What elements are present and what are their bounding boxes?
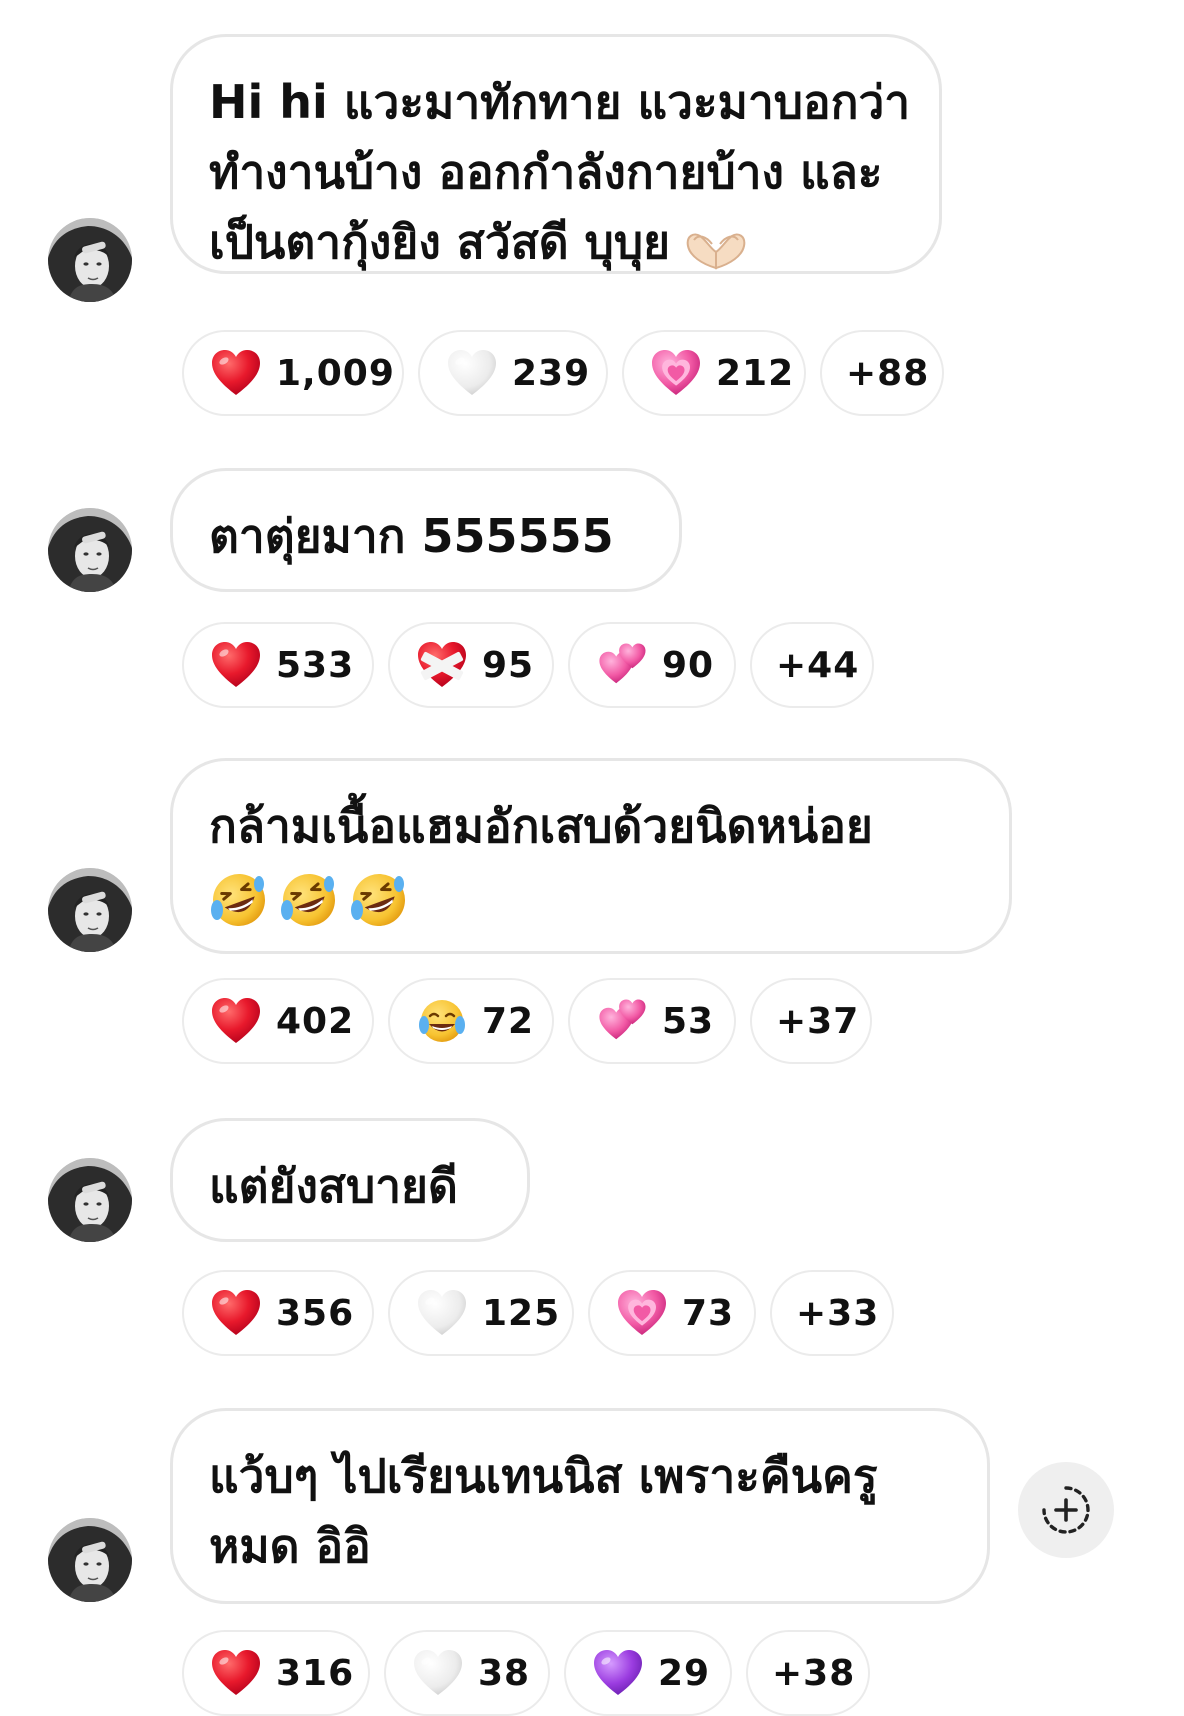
add-reaction-icon [1042,1486,1090,1534]
reaction-pill-white-heart[interactable]: 38 [384,1630,550,1716]
red-heart-icon [210,1289,262,1337]
message-bubble[interactable]: กล้ามเนื้อแฮมอักเสบด้วยนิดหน่อย [170,758,1012,954]
two-hearts-icon [596,997,648,1045]
reaction-bar: 1,009 239 212 +88 [182,330,944,416]
more-reactions-pill[interactable]: +38 [746,1630,870,1716]
growing-heart-icon [616,1289,668,1337]
reaction-bar: 356 125 73 +33 [182,1270,894,1356]
more-reactions-pill[interactable]: +88 [820,330,944,416]
message-text-line: เป็นตากุ้งยิง สวัสดี บุบุย [209,207,903,277]
heart-hands-emoji [684,223,748,269]
avatar[interactable] [48,508,132,592]
reaction-pill-growing-heart[interactable]: 212 [622,330,806,416]
more-reactions-count: +33 [796,1292,880,1334]
reaction-count: 316 [276,1652,355,1694]
red-heart-icon [210,641,262,689]
reaction-count: 73 [682,1292,735,1334]
reaction-pill-white-heart[interactable]: 239 [418,330,608,416]
message-text-line: ทำงานบ้าง ออกกำลังกายบ้าง และ [209,145,883,199]
joy-face-icon [416,997,468,1045]
more-reactions-pill[interactable]: +33 [770,1270,894,1356]
reaction-count: 356 [276,1292,355,1334]
reaction-pill-purple-heart[interactable]: 29 [564,1630,732,1716]
message-text-line: กล้ามเนื้อแฮมอักเสบด้วยนิดหน่อย [209,799,873,853]
rofl-emoji [209,870,269,930]
reaction-pill-red-heart[interactable]: 356 [182,1270,374,1356]
avatar[interactable] [48,868,132,952]
reaction-count: 53 [662,1000,715,1042]
more-reactions-count: +38 [772,1652,856,1694]
reaction-pill-red-heart[interactable]: 533 [182,622,374,708]
reaction-count: 239 [512,352,591,394]
reaction-pill-growing-heart[interactable]: 73 [588,1270,756,1356]
reaction-count: 38 [478,1652,531,1694]
white-heart-icon [446,349,498,397]
reaction-count: 90 [662,644,715,686]
reaction-count: 402 [276,1000,355,1042]
white-heart-icon [412,1649,464,1697]
more-reactions-count: +37 [776,1000,860,1042]
reaction-pill-two-hearts[interactable]: 53 [568,978,736,1064]
reaction-bar: 402 72 53 +37 [182,978,872,1064]
reaction-pill-two-hearts[interactable]: 90 [568,622,736,708]
purple-heart-icon [592,1649,644,1697]
add-reaction-button[interactable] [1018,1462,1114,1558]
red-heart-icon [210,349,262,397]
reaction-pill-mending-heart[interactable]: 95 [388,622,554,708]
more-reactions-count: +88 [846,352,930,394]
more-reactions-count: +44 [776,644,860,686]
reaction-pill-red-heart[interactable]: 1,009 [182,330,404,416]
reaction-bar: 316 38 29 +38 [182,1630,870,1716]
reaction-pill-red-heart[interactable]: 402 [182,978,374,1064]
message-bubble[interactable]: ตาตุ่ยมาก 555555 [170,468,682,592]
more-reactions-pill[interactable]: +37 [750,978,872,1064]
message-text-line: แต่ยังสบายดี [209,1159,458,1213]
reaction-count: 533 [276,644,355,686]
white-heart-icon [416,1289,468,1337]
comment-feed: Hi hi แวะมาทักทาย แวะมาบอกว่าทำงานบ้าง อ… [0,0,1184,1716]
two-hearts-icon [596,641,648,689]
message-text-line: หมด อิอิ [209,1519,371,1573]
reaction-count: 1,009 [276,352,395,394]
reaction-pill-red-heart[interactable]: 316 [182,1630,370,1716]
rofl-emoji [279,870,339,930]
reaction-count: 212 [716,352,795,394]
message-text-line: แว้บๆ ไปเรียนเทนนิส เพราะคืนครู [209,1449,878,1503]
avatar[interactable] [48,1158,132,1242]
reaction-count: 72 [482,1000,535,1042]
emoji-line [209,861,973,931]
rofl-emoji [349,870,409,930]
message-bubble[interactable]: Hi hi แวะมาทักทาย แวะมาบอกว่าทำงานบ้าง อ… [170,34,942,274]
avatar[interactable] [48,218,132,302]
message-text-line: ตาตุ่ยมาก 555555 [209,509,614,563]
message-bubble[interactable]: แว้บๆ ไปเรียนเทนนิส เพราะคืนครูหมด อิอิ [170,1408,990,1604]
reaction-pill-white-heart[interactable]: 125 [388,1270,574,1356]
reaction-pill-joy-face[interactable]: 72 [388,978,554,1064]
mending-heart-icon [416,641,468,689]
reaction-count: 125 [482,1292,561,1334]
reaction-count: 95 [482,644,535,686]
reaction-bar: 533 95 90 +44 [182,622,874,708]
avatar[interactable] [48,1518,132,1602]
red-heart-icon [210,997,262,1045]
message-bubble[interactable]: แต่ยังสบายดี [170,1118,530,1242]
message-text-line: Hi hi แวะมาทักทาย แวะมาบอกว่า [209,75,911,129]
reaction-count: 29 [658,1652,711,1694]
more-reactions-pill[interactable]: +44 [750,622,874,708]
red-heart-icon [210,1649,262,1697]
growing-heart-icon [650,349,702,397]
